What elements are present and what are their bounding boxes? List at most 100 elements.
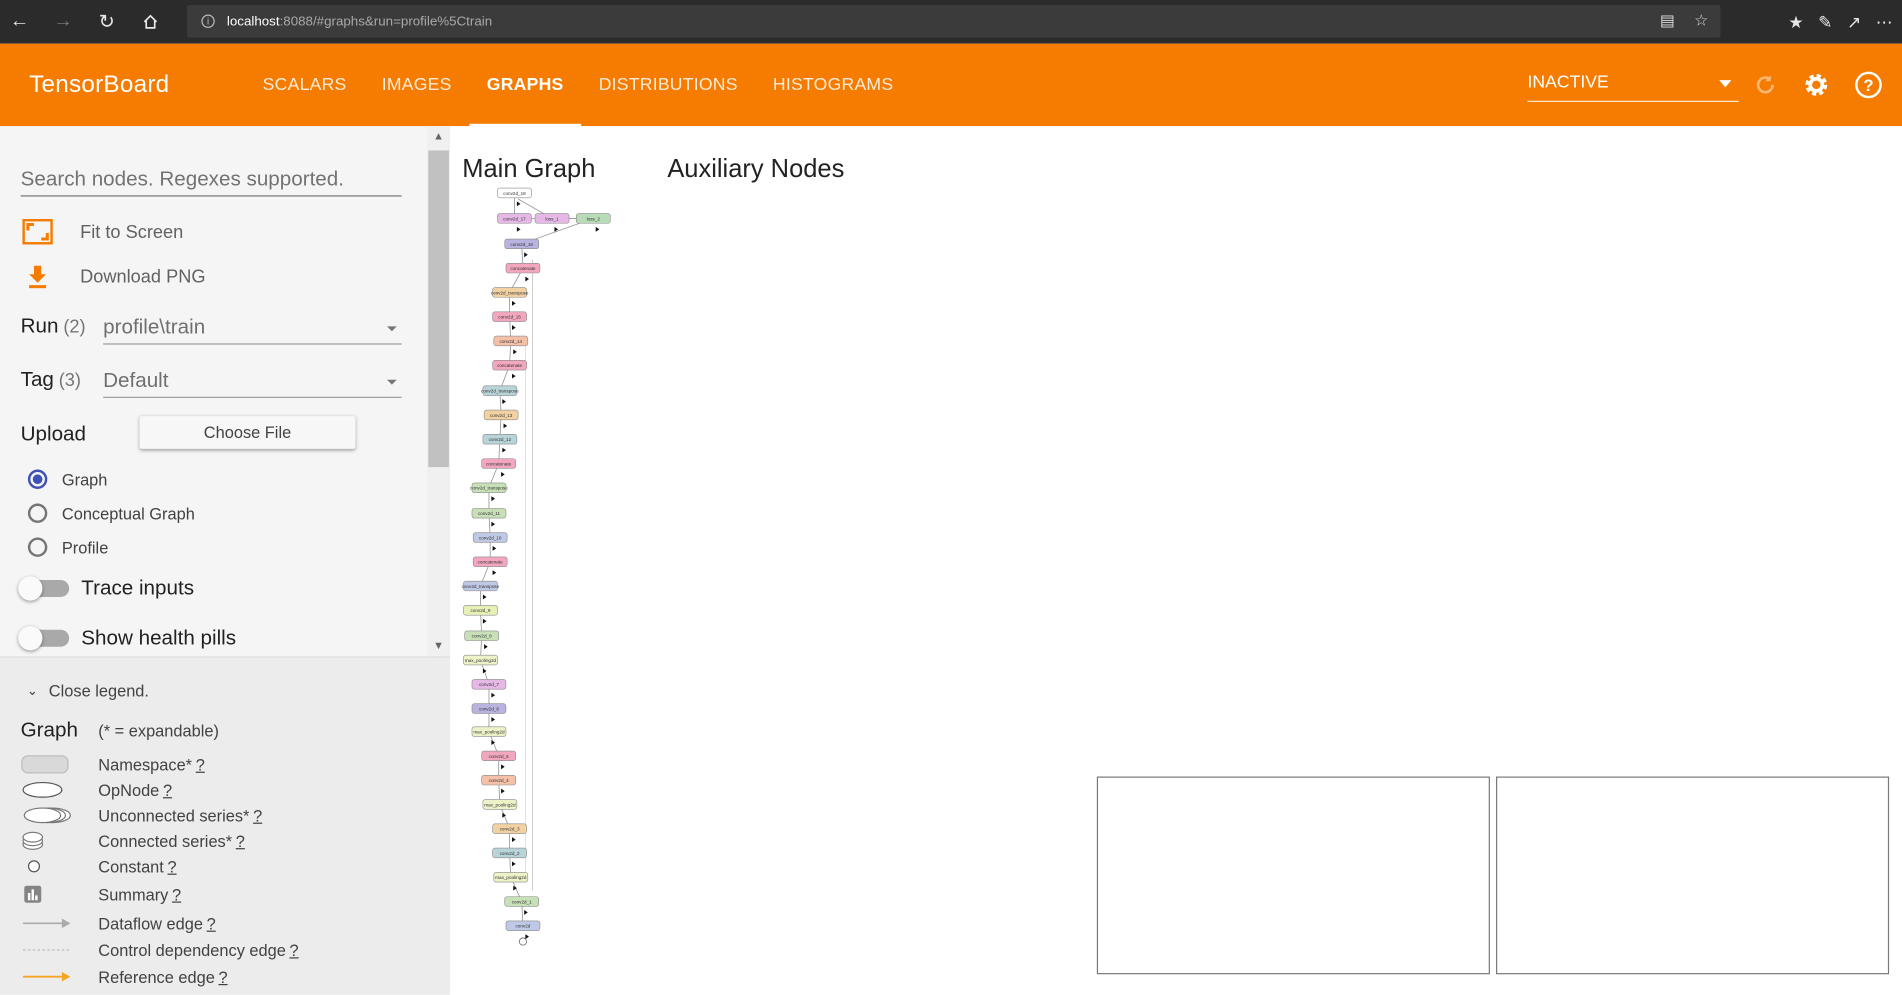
graph-node[interactable]: conv2d_17 xyxy=(497,213,532,224)
notes-pen-icon[interactable]: ✎ xyxy=(1818,12,1832,33)
graph-node[interactable]: conv2d_15 xyxy=(492,311,527,322)
graph-node[interactable]: conv2d_10 xyxy=(472,532,508,543)
radio-conceptual-graph[interactable]: Conceptual Graph xyxy=(27,503,195,523)
settings-gear-icon[interactable] xyxy=(1802,70,1831,99)
help-link[interactable]: ? xyxy=(167,857,176,875)
graph-node-label: max_pooling2d xyxy=(465,658,497,663)
graph-node-label: conv2d_transpose xyxy=(491,290,529,295)
graph-node[interactable]: conv2d_6 xyxy=(471,703,507,714)
radio-profile[interactable]: Profile xyxy=(27,537,108,557)
graph-drawing[interactable]: conv2d_18 conv2d_17 loss_1 loss_2 conv2d_16c… xyxy=(450,126,1105,995)
legend-unconnected-series: Unconnected series*? xyxy=(21,804,434,826)
graph-node[interactable]: max_pooling2d xyxy=(471,726,507,737)
radio-graph[interactable]: Graph xyxy=(27,469,107,489)
forward-icon[interactable]: → xyxy=(46,5,80,39)
tab-distributions[interactable]: DISTRIBUTIONS xyxy=(581,44,755,127)
favorite-star-icon[interactable]: ☆ xyxy=(1694,11,1708,30)
graph-node[interactable]: conv2d_transpose xyxy=(470,482,508,493)
scrollbar-thumb[interactable] xyxy=(428,150,449,468)
fit-to-screen-button[interactable]: Fit to Screen xyxy=(21,217,184,246)
graph-node[interactable]: loss_1 xyxy=(534,213,570,224)
graph-node[interactable]: conv2d_2 xyxy=(492,847,527,859)
help-link[interactable]: ? xyxy=(290,941,299,959)
graph-node[interactable]: conv2d_11 xyxy=(471,508,507,519)
app-title: TensorBoard xyxy=(29,71,170,99)
address-bar[interactable]: i localhost:8088/#graphs&run=profile%5Ct… xyxy=(186,4,1721,38)
download-png-button[interactable]: Download PNG xyxy=(21,262,206,291)
reading-view-icon[interactable]: ▤ xyxy=(1660,11,1675,30)
graph-node-label: conv2d_9 xyxy=(470,608,490,613)
toggle-knob xyxy=(18,576,43,601)
help-link[interactable]: ? xyxy=(218,968,227,986)
more-menu-icon[interactable]: ⋯ xyxy=(1876,12,1893,33)
graph-node[interactable]: loss_2 xyxy=(576,213,611,224)
graph-node[interactable]: max_pooling2d xyxy=(463,654,498,666)
back-icon[interactable]: ← xyxy=(2,5,36,39)
minimap-main[interactable] xyxy=(1096,776,1490,975)
graph-node[interactable]: conv2d_16 xyxy=(504,238,540,250)
graph-node[interactable]: concatenate xyxy=(481,458,516,469)
edge-arrow-icon xyxy=(492,545,497,551)
graph-node[interactable]: conv2d_14 xyxy=(493,335,529,347)
scroll-down-icon[interactable]: ▼ xyxy=(433,639,444,651)
graph-node[interactable]: conv2d_transpose xyxy=(462,580,500,592)
graph-node[interactable]: conv2d xyxy=(505,920,541,931)
help-link[interactable]: ? xyxy=(253,806,262,824)
edge-arrow-icon xyxy=(524,909,528,915)
legend-label: Connected series* xyxy=(98,831,233,850)
legend-panel: ⌄ Close legend. Graph (* = expandable) Na… xyxy=(0,656,451,995)
graph-node[interactable]: conv2d_5 xyxy=(481,750,516,762)
health-pills-toggle[interactable]: Show health pills xyxy=(18,626,236,651)
tab-graphs[interactable]: GRAPHS xyxy=(469,44,582,127)
graph-node[interactable]: concatenate xyxy=(472,556,508,567)
graph-node[interactable]: conv2d_1 xyxy=(504,896,540,907)
nav-tabs: SCALARS IMAGES GRAPHS DISTRIBUTIONS HIST… xyxy=(245,44,911,127)
namespace-icon xyxy=(21,753,99,775)
input-node-icon[interactable] xyxy=(518,937,527,946)
unconnected-series-icon xyxy=(21,804,99,826)
trace-inputs-toggle[interactable]: Trace inputs xyxy=(18,576,194,601)
share-icon[interactable]: ↗ xyxy=(1847,12,1861,33)
graph-node[interactable]: conv2d_4 xyxy=(481,774,516,786)
reload-icon[interactable] xyxy=(1751,70,1780,99)
run-dropdown[interactable]: profile\train xyxy=(103,308,402,345)
graph-node[interactable]: conv2d_13 xyxy=(483,409,519,421)
graph-node[interactable]: conv2d_3 xyxy=(492,823,527,834)
tab-histograms[interactable]: HISTOGRAMS xyxy=(755,44,911,127)
graph-node[interactable]: concatenate xyxy=(492,360,527,371)
graph-node[interactable]: conv2d_8 xyxy=(464,630,499,641)
legend-title: Graph xyxy=(20,718,78,742)
tab-images[interactable]: IMAGES xyxy=(364,44,469,127)
graph-node[interactable]: conv2d_18 xyxy=(497,187,532,199)
graph-canvas[interactable]: conv2d_18 conv2d_17 loss_1 loss_2 conv2d_16c… xyxy=(450,126,1902,995)
favorites-icon[interactable]: ★ xyxy=(1788,12,1803,33)
sidebar-scrollbar[interactable]: ▲ ▼ xyxy=(427,126,451,657)
graph-node[interactable]: conv2d_transpose xyxy=(481,385,519,396)
home-icon[interactable] xyxy=(133,5,167,39)
edge-arrow-icon xyxy=(595,226,600,232)
edge-arrow-icon xyxy=(491,740,496,745)
help-link[interactable]: ? xyxy=(196,755,205,773)
graph-node[interactable]: max_pooling2d xyxy=(493,872,529,883)
graph-node[interactable]: max_pooling2d xyxy=(482,799,518,810)
help-link[interactable]: ? xyxy=(207,914,216,932)
choose-file-button[interactable]: Choose File xyxy=(139,416,356,449)
info-icon[interactable]: i xyxy=(201,14,215,28)
graph-node[interactable]: conv2d_7 xyxy=(471,679,507,690)
refresh-icon[interactable]: ↻ xyxy=(90,5,124,39)
tab-scalars[interactable]: SCALARS xyxy=(245,44,364,127)
scroll-up-icon[interactable]: ▲ xyxy=(433,130,444,142)
graph-node[interactable]: conv2d_transpose xyxy=(491,287,529,298)
help-link[interactable]: ? xyxy=(236,832,245,850)
close-legend-button[interactable]: ⌄ Close legend. xyxy=(27,682,149,700)
inactive-dashboards-dropdown[interactable]: INACTIVE xyxy=(1527,73,1739,102)
graph-node[interactable]: conv2d_9 xyxy=(463,605,498,616)
graph-node[interactable]: conv2d_12 xyxy=(482,434,518,445)
help-link[interactable]: ? xyxy=(172,885,181,903)
search-nodes-input[interactable]: Search nodes. Regexes supported. xyxy=(20,160,402,197)
minimap-aux[interactable] xyxy=(1495,776,1890,975)
help-link[interactable]: ? xyxy=(163,781,172,799)
graph-node[interactable]: concatenate xyxy=(505,262,541,274)
help-icon[interactable]: ? xyxy=(1854,70,1883,99)
tag-dropdown[interactable]: Default xyxy=(103,362,402,398)
